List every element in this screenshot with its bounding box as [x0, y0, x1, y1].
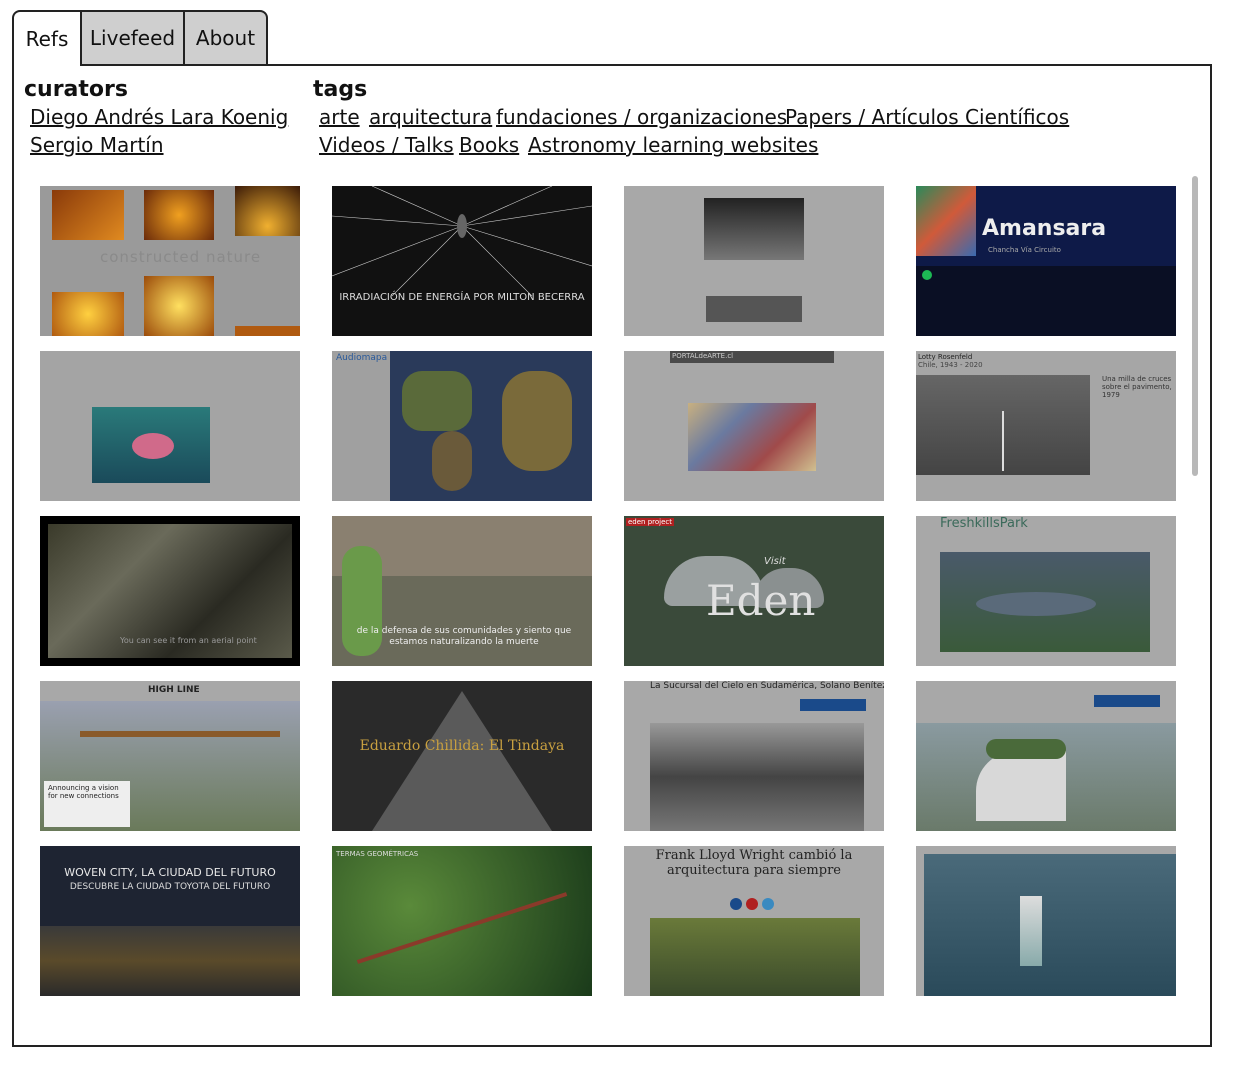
tag-link[interactable]: fundaciones / organizaciones: [496, 105, 787, 129]
ref-thumbnail[interactable]: Frank Lloyd Wright cambió la arquitectur…: [624, 846, 884, 996]
light-lines-graphic: [332, 186, 592, 297]
tab-refs[interactable]: Refs: [12, 10, 82, 66]
ref-thumbnail[interactable]: WOVEN CITY, LA CIUDAD DEL FUTURO DESCUBR…: [40, 846, 300, 996]
ref-thumbnail[interactable]: FreshkillsPark: [916, 516, 1176, 666]
ref-thumbnail[interactable]: Audiomapa: [332, 351, 592, 501]
thumbnail-caption: Visit: [764, 556, 786, 567]
tab-bar: Refs Livefeed About: [12, 10, 268, 66]
tag-link[interactable]: Astronomy learning websites: [528, 133, 818, 157]
tab-about[interactable]: About: [185, 10, 268, 64]
thumbnail-caption: WOVEN CITY, LA CIUDAD DEL FUTURO: [64, 866, 276, 879]
thumbnail-caption: La Sucursal del Cielo en Sudamérica, Sol…: [650, 681, 884, 691]
thumbnail-caption: Chile, 1943 - 2020: [918, 361, 983, 369]
thumbnail-caption: FreshkillsPark: [940, 516, 1028, 531]
thumbnail-caption: Chancha Vía Circuito: [988, 246, 1061, 254]
ref-thumbnail[interactable]: Lotty Rosenfeld Chile, 1943 - 2020 Una m…: [916, 351, 1176, 501]
tag-link[interactable]: arquitectura: [369, 105, 492, 129]
ref-thumbnail[interactable]: La Sucursal del Cielo en Sudamérica, Sol…: [624, 681, 884, 831]
thumbnail-caption: Frank Lloyd Wright cambió la arquitectur…: [655, 848, 853, 878]
thumbnail-caption: Una milla de cruces sobre el pavimento, …: [1102, 375, 1172, 399]
curator-link[interactable]: Diego Andrés Lara Koenig: [30, 105, 288, 129]
thumbnail-caption: Announcing a vision for new connections: [48, 784, 119, 800]
ref-thumbnail[interactable]: HIGH LINE Announcing a vision for new co…: [40, 681, 300, 831]
ref-thumbnail[interactable]: IRRADIACIÓN DE ENERGÍA POR MILTON BECERR…: [332, 186, 592, 336]
tab-livefeed[interactable]: Livefeed: [82, 10, 185, 64]
tags-heading: tags: [313, 77, 368, 102]
ref-thumbnail[interactable]: eden project Visit Eden: [624, 516, 884, 666]
thumbnail-caption: Eden: [706, 576, 816, 625]
thumbnail-caption: IRRADIACIÓN DE ENERGÍA POR MILTON BECERR…: [339, 292, 585, 303]
ref-thumbnail[interactable]: PORTALdeARTE.cl: [624, 351, 884, 501]
ref-thumbnail[interactable]: [916, 846, 1176, 996]
ref-thumbnail[interactable]: You can see it from an aerial point: [40, 516, 300, 666]
ref-thumbnail[interactable]: Amansara Chancha Vía Circuito: [916, 186, 1176, 336]
active-tab-connector: [14, 63, 80, 67]
ref-thumbnail[interactable]: constructed nature: [40, 186, 300, 336]
tag-link[interactable]: Videos / Talks: [319, 133, 454, 157]
thumbnail-caption: de la defensa de sus comunidades y sient…: [356, 626, 572, 647]
thumbnail-caption: TERMAS GEOMÉTRICAS: [336, 850, 419, 858]
refs-panel: curators Diego Andrés Lara Koenig Sergio…: [12, 64, 1212, 1047]
thumbnail-caption: PORTALdeARTE.cl: [672, 352, 734, 360]
tag-link[interactable]: Books: [459, 133, 519, 157]
thumbnail-caption: Audiomapa: [336, 353, 388, 363]
thumbnail-caption: Lotty Rosenfeld: [918, 353, 973, 361]
ref-thumbnail[interactable]: [916, 681, 1176, 831]
thumbnail-caption: DESCUBRE LA CIUDAD TOYOTA DEL FUTURO: [69, 882, 271, 892]
ref-thumbnail[interactable]: TERMAS GEOMÉTRICAS: [332, 846, 592, 996]
ref-thumbnail[interactable]: [40, 351, 300, 501]
thumbnail-caption: constructed nature: [100, 248, 262, 266]
thumbnail-caption: You can see it from an aerial point: [120, 636, 257, 645]
ref-thumbnail[interactable]: [624, 186, 884, 336]
curators-heading: curators: [24, 77, 128, 102]
scrollbar[interactable]: [1192, 176, 1198, 476]
tag-link[interactable]: arte: [319, 105, 360, 129]
thumbnail-caption: Eduardo Chillida: El Tindaya: [359, 738, 565, 754]
ref-thumbnail[interactable]: de la defensa de sus comunidades y sient…: [332, 516, 592, 666]
thumbnail-caption: Amansara: [982, 216, 1107, 241]
ref-thumbnail[interactable]: Eduardo Chillida: El Tindaya: [332, 681, 592, 831]
curator-link[interactable]: Sergio Martín: [30, 133, 164, 157]
thumbnail-caption: eden project: [626, 518, 675, 526]
thumbnail-caption: HIGH LINE: [148, 685, 200, 695]
tag-link[interactable]: Papers / Artículos Científicos: [785, 105, 1069, 129]
